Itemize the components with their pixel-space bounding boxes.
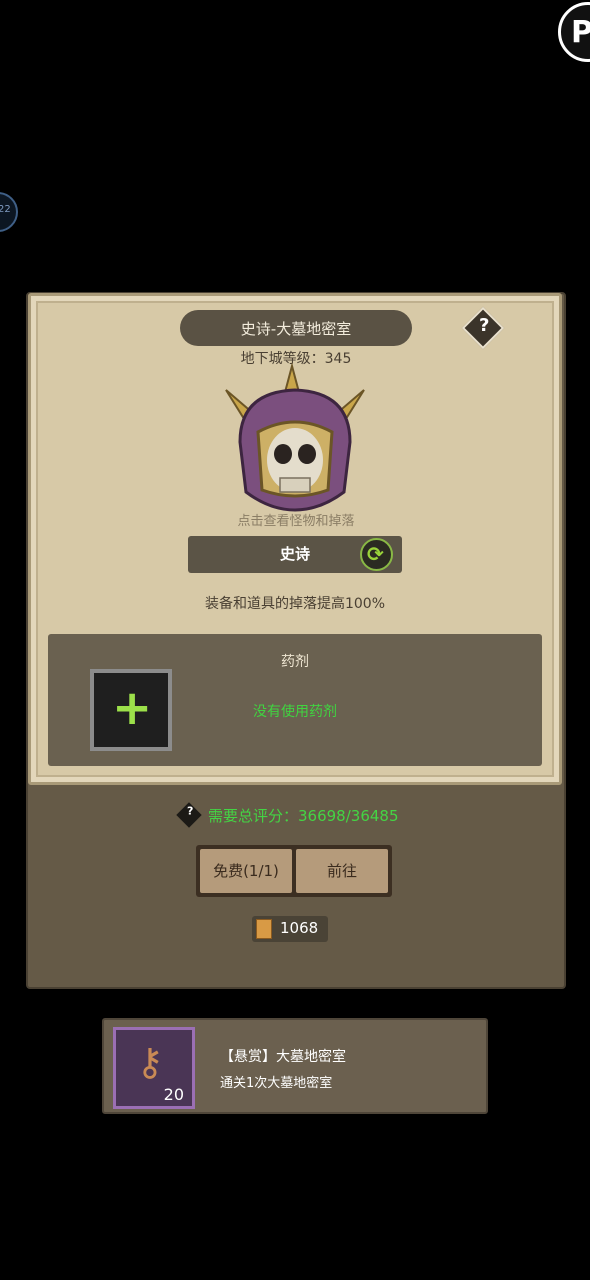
difficulty-switch-button[interactable]: ⟳ [360, 538, 393, 571]
ticket-currency: 1068 [252, 916, 328, 942]
currency-value: 1068 [280, 919, 319, 937]
key-count: 20 [163, 1085, 184, 1104]
question-icon: ? [478, 315, 490, 337]
boss-hint[interactable]: 点击查看怪物和掉落 [180, 510, 412, 529]
free-button[interactable]: 免费(1/1) [200, 849, 292, 893]
refresh-icon: ⟳ [367, 542, 384, 566]
potion-status: 没有使用药剂 [253, 704, 337, 720]
difficulty-selector[interactable]: 史诗 ⟳ [188, 536, 402, 573]
action-buttons: 免费(1/1) 前往 [196, 845, 392, 897]
scroll-icon [256, 919, 272, 939]
bounty-desc: 通关1次大墓地密室 [220, 1076, 333, 1091]
dungeon-title: 史诗-大墓地密室 [180, 310, 412, 346]
bounty-title: 【悬赏】大墓地密室 [220, 1049, 346, 1065]
required-score: 需要总评分：36698/36485 [208, 807, 399, 825]
potion-title: 药剂 [281, 654, 309, 670]
profile-badge[interactable]: P [558, 2, 590, 62]
key-item[interactable]: ⚷ 20 [113, 1027, 195, 1109]
key-icon: ⚷ [136, 1040, 164, 1084]
side-badge[interactable]: 22 [0, 192, 18, 232]
potion-add-slot[interactable]: + [90, 669, 172, 751]
boss-portrait[interactable] [220, 362, 370, 522]
plus-icon: + [112, 680, 153, 736]
drop-bonus-text: 装备和道具的掉落提高100% [204, 596, 386, 612]
question-icon: ? [187, 804, 194, 818]
go-button[interactable]: 前往 [296, 849, 388, 893]
